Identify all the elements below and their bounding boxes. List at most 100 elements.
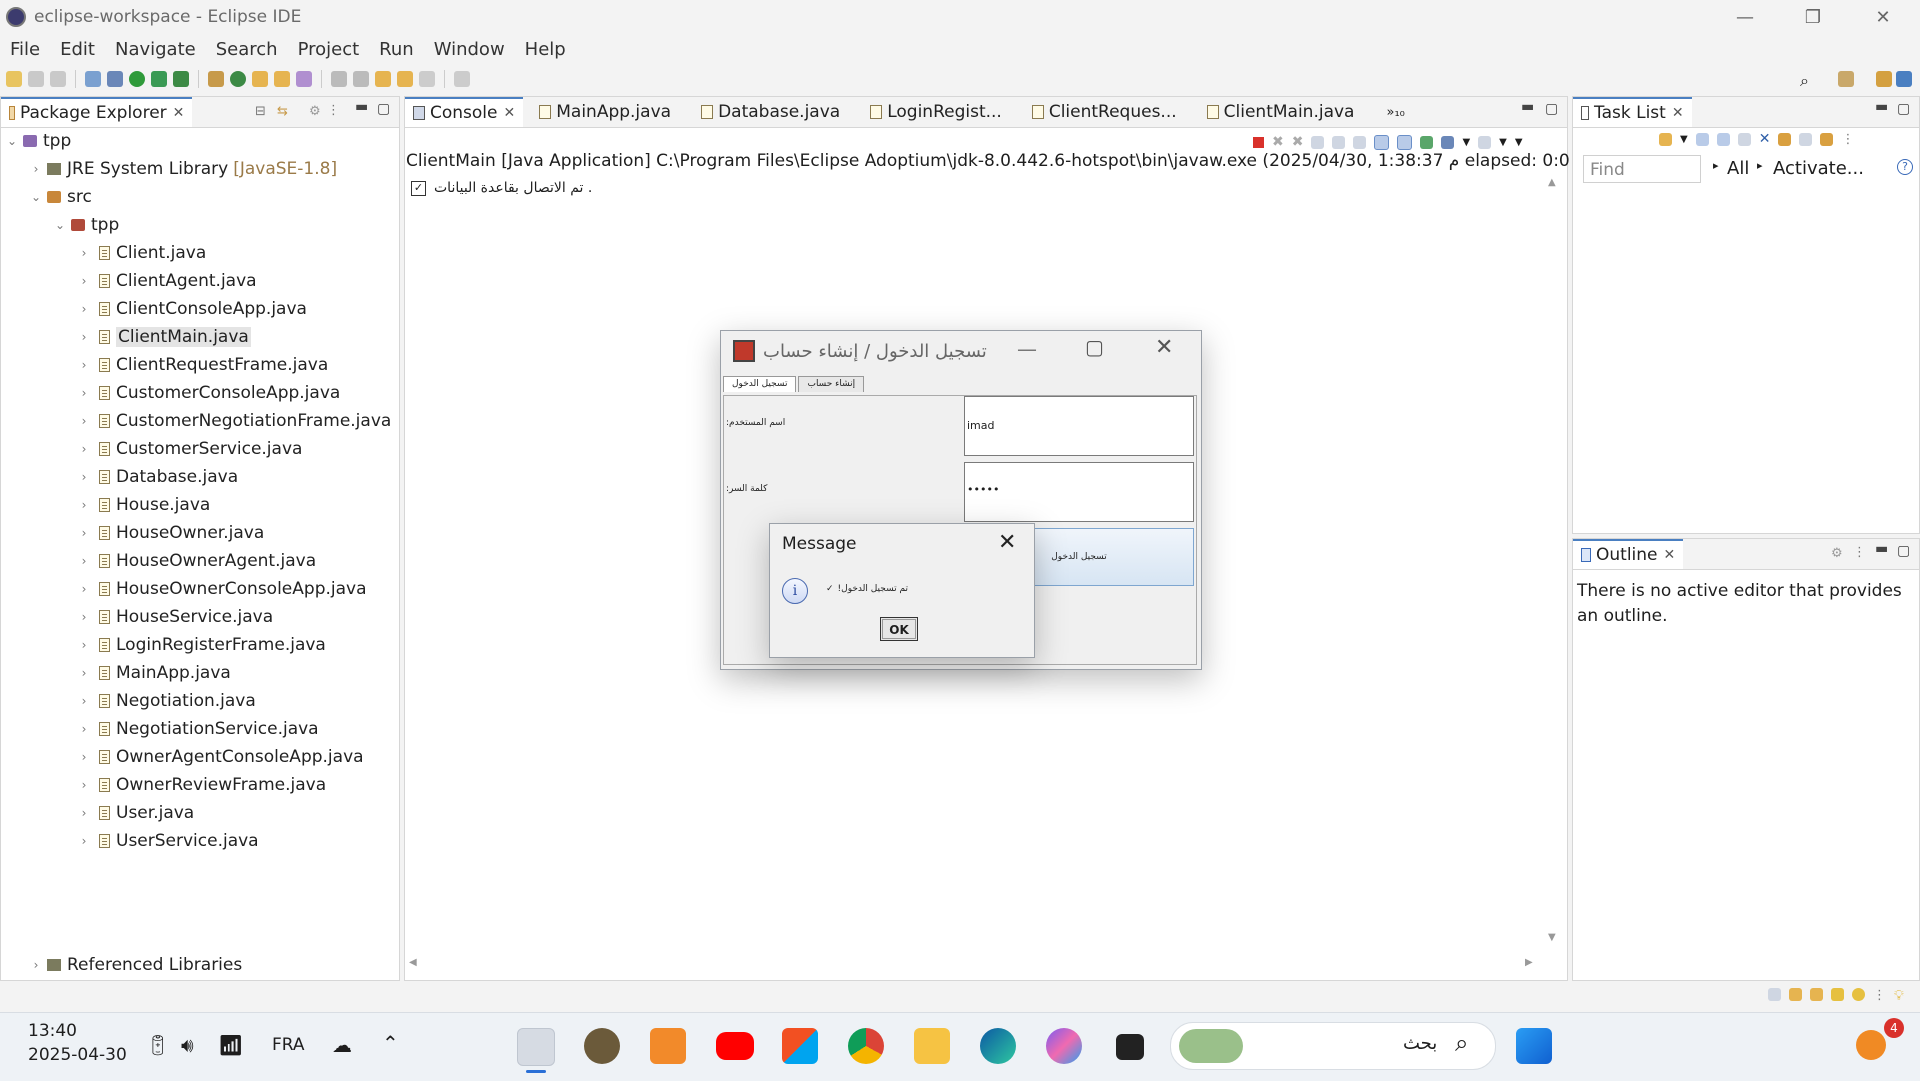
taskbar-search[interactable]: بحث ⌕ [1170,1022,1496,1070]
chevron-right-icon[interactable]: › [77,554,91,568]
tab-login[interactable]: تسجيل الدخول [723,376,797,392]
save-all-icon[interactable] [50,71,66,87]
chevron-right-icon[interactable]: › [77,386,91,400]
tip-icon[interactable] [1831,988,1844,1001]
open-perspective-icon[interactable] [1838,71,1854,87]
search-tool-icon[interactable] [296,71,312,87]
menu-project[interactable]: Project [288,39,370,60]
maximize-view-icon[interactable]: ▢ [377,101,390,117]
forward-icon[interactable] [419,71,435,87]
new-java-package-icon[interactable] [208,71,224,87]
external-tools-icon[interactable] [173,71,189,87]
progress-icon[interactable] [1768,988,1781,1001]
terminal-taskbar-icon[interactable] [1116,1034,1144,1060]
store-taskbar-icon[interactable] [782,1028,818,1064]
view-menu-icon[interactable]: ⋮ [1841,132,1854,147]
minimize-view-icon[interactable]: ▬ [1521,99,1534,115]
java-taskbar-icon[interactable] [517,1028,555,1066]
tab-clientrequest[interactable]: ClientReques... [1024,97,1185,127]
chevron-right-icon[interactable]: › [77,274,91,288]
collapse-all-icon[interactable]: ⊟ [255,104,266,119]
chevron-down-icon[interactable]: ⌄ [53,218,67,232]
chevron-right-icon[interactable]: › [77,330,91,344]
clock-date[interactable]: 2025-04-30 [28,1045,127,1065]
scroll-right-icon[interactable]: ▶ [1525,957,1533,968]
scroll-lock-icon[interactable] [1332,135,1346,149]
tree-file[interactable]: › HouseOwnerConsoleApp.java [77,577,367,600]
menu-search[interactable]: Search [206,39,288,60]
tab-clientmain[interactable]: ClientMain.java [1199,97,1363,127]
remove-all-icon[interactable]: ✖ [1292,134,1304,150]
tree-file[interactable]: › HouseService.java [77,605,274,628]
tree-project[interactable]: ⌄ tpp [5,129,71,152]
chrome-taskbar-icon[interactable] [848,1028,884,1064]
chevron-right-icon[interactable]: › [77,246,91,260]
chevron-right-icon[interactable]: › [29,162,43,176]
console-icon[interactable] [85,71,101,87]
password-input[interactable]: ••••• [964,462,1194,522]
tree-file[interactable]: › User.java [77,801,195,824]
tree-file[interactable]: › Negotiation.java [77,689,256,712]
minimize-view-icon[interactable]: ▬ [1875,541,1888,557]
menu-edit[interactable]: Edit [50,39,105,60]
open-console-icon[interactable] [1478,135,1492,149]
youtube-taskbar-icon[interactable] [716,1032,754,1060]
show-stderr-icon[interactable] [1397,134,1413,150]
close-dialog-icon[interactable]: ✕ [998,530,1016,555]
pin-editor-icon[interactable] [454,71,470,87]
chevron-right-icon[interactable]: › [77,666,91,680]
clock-time[interactable]: 13:40 [28,1021,77,1041]
close-window-icon[interactable]: ✕ [1155,335,1173,360]
close-tab-icon[interactable]: ✕ [1664,547,1676,563]
tab-package-explorer[interactable]: Package Explorer ✕ [1,97,193,127]
pin-console-icon[interactable] [1420,135,1434,149]
chevron-right-icon[interactable]: › [77,582,91,596]
eclipse-taskbar-icon[interactable] [584,1028,620,1064]
menu-run[interactable]: Run [369,39,424,60]
minimize-view-icon[interactable]: ▬ [1875,99,1888,115]
chevron-down-icon[interactable]: ⌄ [5,134,19,148]
tab-loginregist[interactable]: LoginRegist... [862,97,1010,127]
tab-mainapp[interactable]: MainApp.java [531,97,679,127]
repository-icon[interactable] [1820,132,1834,146]
prev-annotation-icon[interactable] [353,71,369,87]
chevron-right-icon[interactable]: › [77,778,91,792]
notes-icon[interactable] [1810,988,1823,1001]
menu-navigate[interactable]: Navigate [105,39,206,60]
view-menu-icon[interactable]: ▼ [1515,137,1523,148]
chevron-right-icon[interactable]: › [77,302,91,316]
chevron-right-icon[interactable]: › [77,834,91,848]
menu-help[interactable]: Help [515,39,576,60]
link-editor-icon[interactable]: ⇆ [277,104,288,119]
windows-start-icon[interactable] [1516,1028,1552,1064]
sync-icon[interactable] [1778,132,1792,146]
vertical-scrollbar[interactable]: ▲ ▼ [1545,177,1563,947]
display-console-icon[interactable] [1441,135,1455,149]
username-input[interactable]: imad [964,396,1194,456]
chevron-down-icon[interactable]: ▼ [1462,137,1470,148]
scroll-up-icon[interactable]: ▲ [1548,177,1556,188]
tasks-icon[interactable] [1789,988,1802,1001]
focus-icon[interactable] [1737,132,1751,146]
scroll-left-icon[interactable]: ◀ [409,957,417,968]
menu-window[interactable]: Window [424,39,515,60]
maximize-view-icon[interactable]: ▢ [1897,543,1910,559]
close-button[interactable]: ✕ [1848,0,1918,34]
menu-file[interactable]: File [0,39,50,60]
remove-launch-icon[interactable]: ✖ [1272,134,1284,150]
coverage-icon[interactable] [151,71,167,87]
maximize-view-icon[interactable]: ▢ [1897,101,1910,117]
chevron-right-icon[interactable]: › [77,694,91,708]
volume-icon[interactable]: 🔊︎ [181,1033,194,1057]
tab-outline[interactable]: Outline ✕ [1573,539,1684,569]
wifi-icon[interactable]: 📶︎ [218,1033,243,1057]
next-annotation-icon[interactable] [331,71,347,87]
chevron-right-icon[interactable]: › [29,958,43,972]
ok-button[interactable]: OK [880,617,918,641]
chevron-right-icon[interactable]: › [77,638,91,652]
collapse-icon[interactable]: ✕ [1759,131,1771,147]
tree-file[interactable]: › Client.java [77,241,207,264]
open-type-icon[interactable] [252,71,268,87]
tree-file[interactable]: › ClientAgent.java [77,269,257,292]
open-task-icon[interactable] [274,71,290,87]
